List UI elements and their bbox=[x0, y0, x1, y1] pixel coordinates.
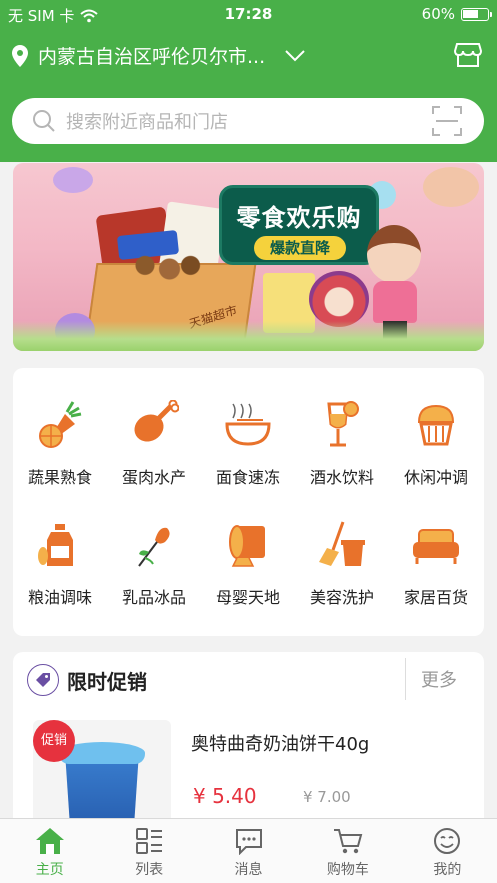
drumstick-icon bbox=[134, 400, 179, 442]
category-label: 乳品冰品 bbox=[121, 588, 186, 607]
tab-list[interactable]: 列表 bbox=[99, 819, 198, 883]
tab-home[interactable]: 主页 bbox=[0, 819, 99, 883]
category-item-dairy[interactable]: 乳品冰品 bbox=[107, 520, 201, 630]
list-grid-icon bbox=[136, 828, 163, 854]
category-item-beauty-care[interactable]: 美容洗护 bbox=[295, 520, 389, 630]
category-item-grain-oil[interactable]: 粮油调味 bbox=[13, 520, 107, 630]
category-label: 粮油调味 bbox=[27, 588, 92, 607]
location-pin-icon bbox=[12, 44, 28, 67]
grass-decoration bbox=[13, 321, 484, 351]
category-item-home-goods[interactable]: 家居百货 bbox=[389, 520, 483, 630]
rose-icon bbox=[138, 527, 170, 567]
sofa-icon bbox=[413, 529, 459, 564]
carrot-orange-icon bbox=[39, 401, 82, 448]
tab-label: 消息 bbox=[234, 862, 263, 878]
profile-icon bbox=[434, 828, 461, 854]
category-item-fruit-veg[interactable]: 蔬果熟食 bbox=[13, 400, 107, 510]
candy-decoration bbox=[53, 167, 93, 193]
search-icon bbox=[33, 110, 55, 132]
category-label: 蔬果熟食 bbox=[27, 468, 92, 487]
category-grid: 蔬果熟食 蛋肉水产 面食速冻 酒水饮料 休闲冲调 粮油调味 乳品冰品 母婴天地 … bbox=[13, 368, 484, 636]
tab-cart[interactable]: 购物车 bbox=[298, 819, 397, 883]
home-icon bbox=[35, 828, 64, 854]
category-label: 蛋肉水产 bbox=[121, 468, 186, 487]
category-item-snacks[interactable]: 休闲冲调 bbox=[389, 400, 483, 510]
category-item-meat-seafood[interactable]: 蛋肉水产 bbox=[107, 400, 201, 510]
nuts-decoration bbox=[131, 251, 201, 287]
battery-percent: 60% bbox=[421, 5, 455, 23]
category-label: 休闲冲调 bbox=[403, 468, 468, 487]
divider bbox=[405, 658, 406, 700]
oil-bottle-icon bbox=[38, 524, 73, 566]
product-original-price: ¥ 7.00 bbox=[303, 788, 351, 806]
tab-messages[interactable]: 消息 bbox=[199, 819, 298, 883]
category-label: 母婴天地 bbox=[215, 588, 280, 607]
broom-bucket-icon bbox=[319, 521, 365, 566]
store-icon[interactable] bbox=[453, 40, 483, 70]
character-head bbox=[367, 225, 421, 283]
character-body bbox=[373, 281, 417, 323]
message-icon bbox=[235, 829, 262, 855]
more-link[interactable]: 更多 bbox=[421, 666, 457, 692]
chevron-down-icon bbox=[285, 49, 305, 61]
banner-sign: 零食欢乐购 爆款直降 bbox=[219, 185, 379, 265]
category-item-drinks[interactable]: 酒水饮料 bbox=[295, 400, 389, 510]
tab-profile[interactable]: 我的 bbox=[398, 819, 497, 883]
category-item-mother-baby[interactable]: 母婴天地 bbox=[201, 520, 295, 630]
tab-label: 我的 bbox=[433, 862, 462, 878]
category-label: 面食速冻 bbox=[215, 468, 280, 487]
banner-subline: 爆款直降 bbox=[254, 236, 346, 260]
wine-glass-icon bbox=[327, 401, 359, 447]
tab-label: 主页 bbox=[35, 862, 64, 878]
tab-label: 购物车 bbox=[326, 862, 369, 878]
category-label: 家居百货 bbox=[403, 588, 468, 607]
search-bar[interactable]: 搜索附近商品和门店 bbox=[12, 98, 484, 144]
noodle-bowl-icon bbox=[225, 403, 271, 446]
bottom-tab-bar: 主页 列表 消息 购物车 我的 bbox=[0, 818, 497, 883]
tissue-roll-icon bbox=[229, 525, 265, 567]
battery-icon bbox=[461, 7, 492, 21]
category-item-noodles-frozen[interactable]: 面食速冻 bbox=[201, 400, 295, 510]
product-price: ¥ 5.40 bbox=[193, 784, 257, 808]
fig-fruit bbox=[309, 271, 369, 327]
candy-decoration bbox=[423, 167, 479, 207]
location-text: 内蒙古自治区呼伦贝尔市... bbox=[38, 46, 266, 68]
search-placeholder: 搜索附近商品和门店 bbox=[66, 112, 228, 133]
section-title: 限时促销 bbox=[67, 670, 147, 694]
cupcake-icon bbox=[417, 404, 455, 446]
promo-badge: 促销 bbox=[33, 720, 75, 762]
tab-label: 列表 bbox=[135, 862, 164, 878]
cart-icon bbox=[333, 829, 363, 854]
status-bar: 无 SIM 卡 17:28 60% bbox=[0, 0, 497, 28]
location-selector[interactable]: 内蒙古自治区呼伦贝尔市... bbox=[12, 42, 305, 69]
scan-icon[interactable] bbox=[432, 106, 462, 136]
product-name[interactable]: 奥特曲奇奶油饼干40g bbox=[191, 730, 369, 756]
category-label: 美容洗护 bbox=[309, 588, 374, 607]
banner-headline: 零食欢乐购 bbox=[236, 204, 362, 232]
category-label: 酒水饮料 bbox=[309, 468, 374, 487]
sale-tag-icon bbox=[27, 664, 59, 696]
promo-banner[interactable]: 天猫超市 零食欢乐购 爆款直降 bbox=[13, 163, 484, 351]
